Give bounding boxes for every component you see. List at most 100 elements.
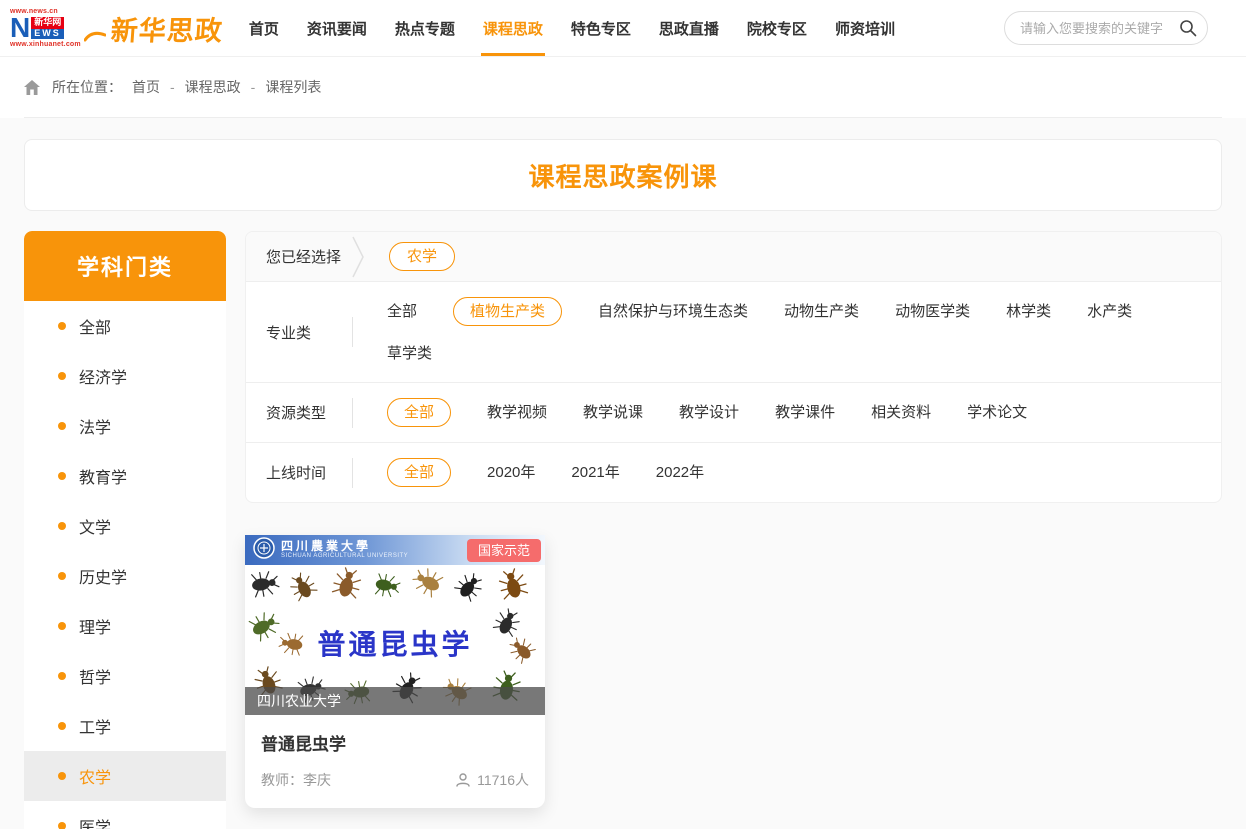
main-content: 课程思政案例课 学科门类 全部经济学法学教育学文学历史学理学哲学工学农学医学 您… — [0, 118, 1246, 829]
bullet-icon — [58, 822, 66, 829]
teacher-label: 教师： — [261, 772, 303, 788]
subject-sidebar: 学科门类 全部经济学法学教育学文学历史学理学哲学工学农学医学 — [24, 231, 226, 829]
course-title: 普通昆虫学 — [261, 730, 529, 755]
filter-option[interactable]: 林学类 — [1006, 298, 1051, 325]
sidebar-item[interactable]: 工学 — [24, 701, 226, 751]
xinhuanet-url: www.xinhuanet.com — [10, 41, 81, 49]
breadcrumb-separator: - — [251, 79, 256, 95]
search-icon[interactable] — [1179, 19, 1197, 37]
sidebar-item[interactable]: 全部 — [24, 301, 226, 351]
page: www.news.cn N 新华网 EWS www.xinhuanet.com … — [0, 0, 1246, 829]
sidebar-item-label: 全部 — [79, 314, 111, 338]
nav-item[interactable]: 资讯要闻 — [307, 0, 367, 56]
insect-illustration — [289, 573, 317, 606]
nav-item[interactable]: 热点专题 — [395, 0, 455, 56]
sidebar-item-label: 哲学 — [79, 664, 111, 688]
insect-illustration — [497, 569, 529, 606]
results-column: 您已经选择 农学 专业类全部植物生产类自然保护与环境生态类动物生产类动物医学类林… — [245, 231, 1222, 808]
filter-option[interactable]: 学术论文 — [967, 399, 1027, 426]
insect-illustration — [331, 568, 363, 605]
bullet-icon — [58, 422, 66, 430]
cover-course-title: 普通昆虫学 — [305, 620, 484, 666]
bullet-icon — [58, 772, 66, 780]
sidebar-item[interactable]: 历史学 — [24, 551, 226, 601]
selected-filters-label: 您已经选择 — [266, 246, 352, 267]
course-card[interactable]: 四川農業大學SICHUAN AGRICULTURAL UNIVERSITY国家示… — [245, 535, 545, 808]
teacher-name: 李庆 — [303, 772, 331, 788]
breadcrumb-link[interactable]: 首页 — [132, 77, 160, 97]
breadcrumb-link[interactable]: 课程思政 — [185, 77, 241, 97]
cover-university-strip: 四川农业大学 — [245, 687, 545, 715]
insect-illustration — [249, 611, 279, 646]
filter-option[interactable]: 全部 — [387, 458, 451, 487]
sidebar-item-label: 历史学 — [79, 564, 127, 588]
sidebar-item[interactable]: 哲学 — [24, 651, 226, 701]
national-demo-badge: 国家示范 — [467, 539, 541, 562]
sidebar-item-label: 法学 — [79, 414, 111, 438]
filter-option[interactable]: 2022年 — [656, 459, 704, 486]
filter-group: 资源类型 全部 教学视频 教学说课 教学设计 教学课件 相关资料 学术论文 — [246, 383, 1221, 443]
sidebar-item[interactable]: 文学 — [24, 501, 226, 551]
filter-option[interactable]: 教学设计 — [679, 399, 739, 426]
home-icon[interactable] — [24, 80, 40, 95]
filter-option[interactable]: 教学课件 — [775, 399, 835, 426]
insect-illustration — [373, 572, 400, 604]
filter-option[interactable]: 全部 — [387, 298, 417, 325]
page-title-card: 课程思政案例课 — [24, 139, 1222, 211]
chevron-right-icon — [352, 235, 365, 279]
university-name-en: SICHUAN AGRICULTURAL UNIVERSITY — [281, 553, 408, 560]
filter-group-label: 上线时间 — [266, 462, 352, 483]
sidebar-item[interactable]: 经济学 — [24, 351, 226, 401]
course-info: 普通昆虫学教师：李庆 11716人 — [245, 715, 545, 808]
course-teacher: 教师：李庆 — [261, 770, 331, 790]
filter-option[interactable]: 2021年 — [571, 459, 619, 486]
sidebar-item[interactable]: 理学 — [24, 601, 226, 651]
logo-ews-letters: EWS — [31, 29, 64, 39]
breadcrumb-link: 课程列表 — [265, 77, 321, 97]
filter-option[interactable]: 水产类 — [1087, 298, 1132, 325]
nav-item[interactable]: 特色专区 — [571, 0, 631, 56]
filter-options: 全部 植物生产类 自然保护与环境生态类 动物生产类 动物医学类 林学类 水产类草学类 — [387, 282, 1201, 382]
filter-options: 全部 2020年 2021年 2022年 — [387, 443, 1201, 502]
course-meta: 教师：李庆 11716人 — [261, 770, 529, 790]
nav-item[interactable]: 院校专区 — [747, 0, 807, 56]
bullet-icon — [58, 722, 66, 730]
insect-illustration — [413, 567, 443, 602]
filter-group-label: 资源类型 — [266, 402, 352, 423]
sidebar-item-label: 文学 — [79, 514, 111, 538]
search-input[interactable] — [1004, 11, 1208, 45]
nav-item[interactable]: 师资培训 — [835, 0, 895, 56]
nav-item[interactable]: 思政直播 — [659, 0, 719, 56]
site-logo[interactable]: www.news.cn N 新华网 EWS www.xinhuanet.com … — [10, 8, 223, 49]
viewer-count-text: 11716人 — [477, 770, 529, 790]
nav-item[interactable]: 首页 — [249, 0, 279, 56]
page-title: 课程思政案例课 — [528, 157, 717, 194]
logo-n-letter: N — [10, 15, 30, 40]
filter-option[interactable]: 动物医学类 — [895, 298, 970, 325]
filter-option[interactable]: 2020年 — [487, 459, 535, 486]
sidebar-item[interactable]: 农学 — [24, 751, 226, 801]
sidebar-item[interactable]: 医学 — [24, 801, 226, 829]
filter-group-label: 专业类 — [266, 322, 352, 343]
filter-option[interactable]: 全部 — [387, 398, 451, 427]
person-icon — [455, 772, 471, 788]
breadcrumb: 所在位置： 首页-课程思政-课程列表 — [24, 57, 1222, 118]
selected-tag[interactable]: 农学 — [389, 242, 455, 271]
filter-option[interactable]: 教学视频 — [487, 399, 547, 426]
nav-item[interactable]: 课程思政 — [483, 0, 543, 56]
bullet-icon — [58, 472, 66, 480]
divider — [352, 317, 353, 347]
filter-option[interactable]: 相关资料 — [871, 399, 931, 426]
filter-option[interactable]: 自然保护与环境生态类 — [598, 298, 748, 325]
sidebar-item[interactable]: 法学 — [24, 401, 226, 451]
filter-option[interactable]: 教学说课 — [583, 399, 643, 426]
filter-option[interactable]: 动物生产类 — [784, 298, 859, 325]
filter-option[interactable]: 植物生产类 — [453, 297, 562, 326]
insect-illustration — [249, 569, 279, 604]
filter-option[interactable]: 草学类 — [387, 340, 432, 367]
sidebar-item[interactable]: 教育学 — [24, 451, 226, 501]
bullet-icon — [58, 522, 66, 530]
sidebar-item-label: 理学 — [79, 614, 111, 638]
insect-illustration — [509, 637, 535, 668]
sidebar-item-label: 工学 — [79, 714, 111, 738]
